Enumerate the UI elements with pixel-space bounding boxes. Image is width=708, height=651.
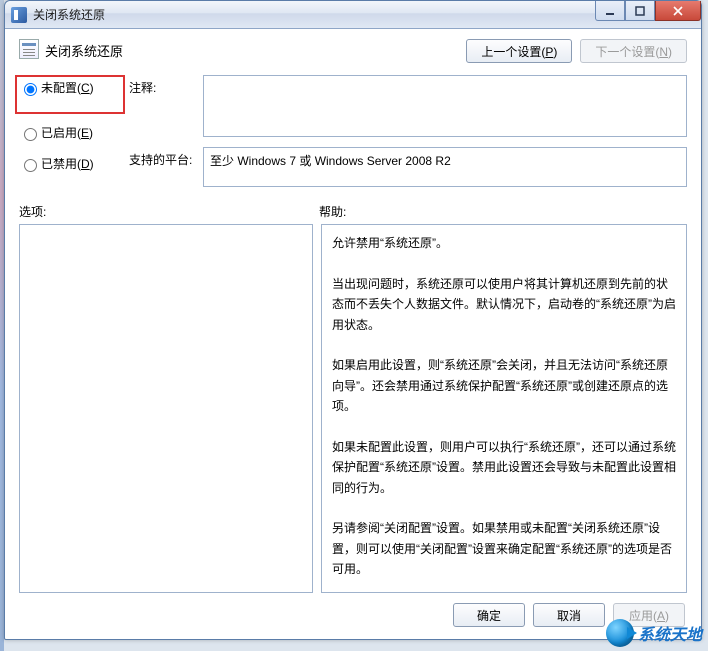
policy-icon bbox=[19, 39, 39, 59]
close-button[interactable] bbox=[655, 1, 701, 21]
radio-disabled-label: 已禁用(D) bbox=[41, 155, 94, 172]
ok-button[interactable]: 确定 bbox=[453, 603, 525, 627]
watermark-text: 系统天地 bbox=[638, 621, 702, 645]
radio-disabled[interactable]: 已禁用(D) bbox=[19, 155, 119, 172]
radio-enabled-label: 已启用(E) bbox=[41, 124, 93, 141]
comment-label: 注释: bbox=[129, 75, 197, 96]
options-panel bbox=[19, 224, 313, 593]
cancel-button[interactable]: 取消 bbox=[533, 603, 605, 627]
platform-row: 支持的平台: 至少 Windows 7 或 Windows Server 200… bbox=[129, 147, 687, 187]
radio-not-configured-input[interactable] bbox=[24, 83, 37, 96]
next-setting-label: 下一个设置(N) bbox=[595, 43, 672, 60]
header-row: 关闭系统还原 上一个设置(P) 下一个设置(N) bbox=[19, 39, 687, 63]
radio-not-configured-label: 未配置(C) bbox=[41, 79, 94, 96]
globe-icon bbox=[606, 619, 634, 647]
help-label: 帮助: bbox=[319, 203, 346, 220]
panels-row: 允许禁用“系统还原”。 当出现问题时，系统还原可以使用户将其计算机还原到先前的状… bbox=[19, 224, 687, 593]
platform-value: 至少 Windows 7 或 Windows Server 2008 R2 bbox=[203, 147, 687, 187]
radio-not-configured[interactable]: 未配置(C) bbox=[19, 79, 119, 96]
help-panel[interactable]: 允许禁用“系统还原”。 当出现问题时，系统还原可以使用户将其计算机还原到先前的状… bbox=[321, 224, 687, 593]
minimize-button[interactable] bbox=[595, 1, 625, 21]
comment-row: 注释: bbox=[129, 75, 687, 137]
help-text: 允许禁用“系统还原”。 当出现问题时，系统还原可以使用户将其计算机还原到先前的状… bbox=[332, 233, 676, 580]
prev-setting-label: 上一个设置(P) bbox=[481, 43, 557, 60]
radio-enabled-input[interactable] bbox=[24, 128, 37, 141]
options-label: 选项: bbox=[19, 203, 319, 220]
radio-enabled[interactable]: 已启用(E) bbox=[19, 124, 119, 141]
app-icon bbox=[11, 7, 27, 23]
platform-label: 支持的平台: bbox=[129, 147, 197, 168]
section-labels: 选项: 帮助: bbox=[19, 203, 687, 220]
maximize-icon bbox=[635, 6, 645, 16]
close-icon bbox=[673, 6, 683, 16]
next-setting-button: 下一个设置(N) bbox=[580, 39, 687, 63]
window-title: 关闭系统还原 bbox=[33, 6, 105, 23]
page-title: 关闭系统还原 bbox=[45, 39, 123, 60]
highlight-box: 未配置(C) bbox=[15, 75, 125, 114]
minimize-icon bbox=[605, 6, 615, 16]
content-area: 关闭系统还原 上一个设置(P) 下一个设置(N) 未配置(C) bbox=[5, 29, 701, 639]
footer-buttons: 确定 取消 应用(A) bbox=[19, 593, 687, 629]
comment-input[interactable] bbox=[203, 75, 687, 137]
config-area: 未配置(C) 已启用(E) 已禁用(D) 注释: 支持的平台 bbox=[19, 75, 687, 187]
maximize-button[interactable] bbox=[625, 1, 655, 21]
nav-buttons: 上一个设置(P) 下一个设置(N) bbox=[466, 39, 687, 63]
window-controls bbox=[595, 1, 701, 21]
title-bar[interactable]: 关闭系统还原 bbox=[5, 1, 701, 29]
radio-disabled-input[interactable] bbox=[24, 159, 37, 172]
watermark: 系统天地 bbox=[606, 619, 702, 647]
dialog-window: 关闭系统还原 关闭系统还原 上一个设置(P) 下一个设置(N) bbox=[4, 0, 702, 640]
fields-column: 注释: 支持的平台: 至少 Windows 7 或 Windows Server… bbox=[129, 75, 687, 187]
radio-group: 未配置(C) 已启用(E) 已禁用(D) bbox=[19, 75, 119, 187]
prev-setting-button[interactable]: 上一个设置(P) bbox=[466, 39, 572, 63]
